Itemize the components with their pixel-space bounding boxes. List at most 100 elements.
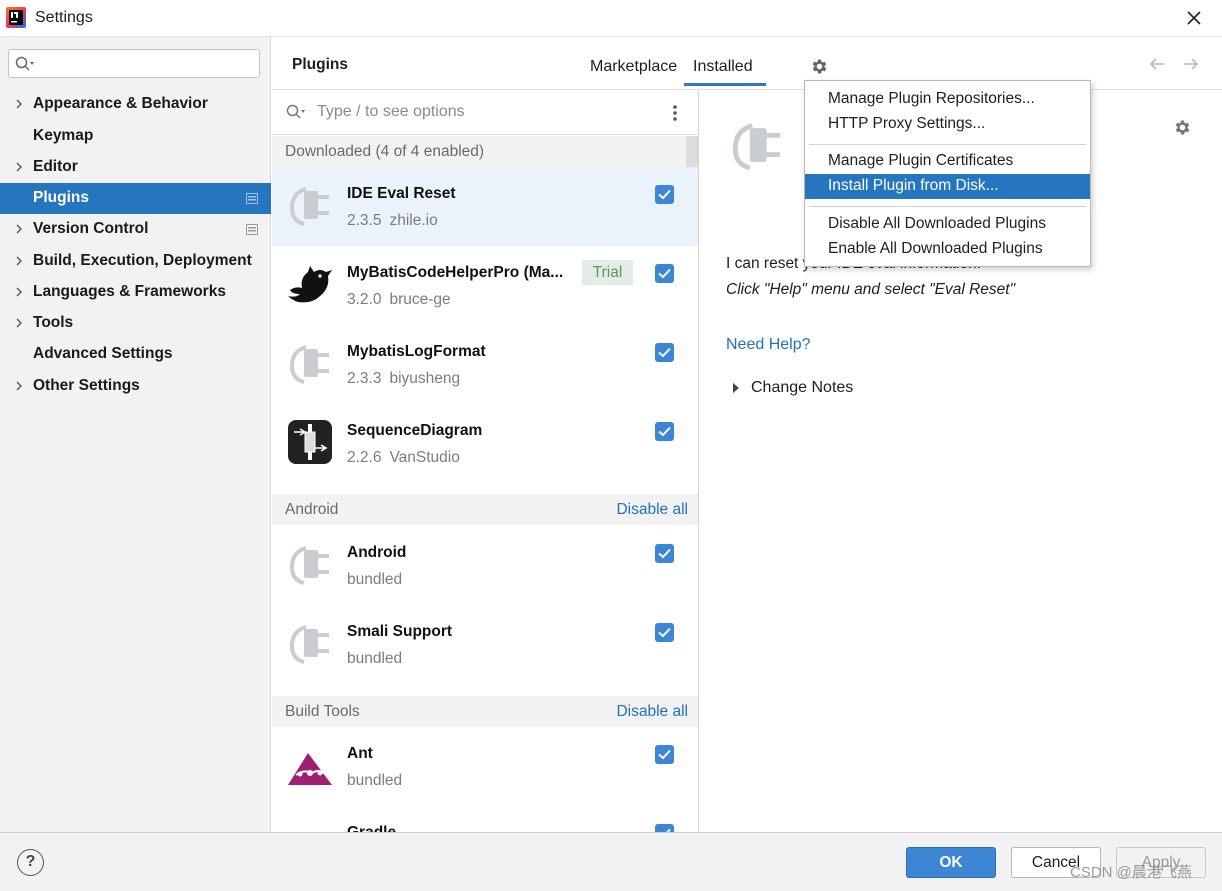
disable-all-link[interactable]: Disable all <box>616 501 688 519</box>
plugin-name: Ant <box>347 745 373 762</box>
sidebar-search-input[interactable] <box>8 49 260 78</box>
sidebar-item-tools[interactable]: Tools <box>0 308 271 339</box>
plugin-enabled-checkbox[interactable] <box>655 745 674 764</box>
dialog-footer: ? OK Cancel Apply <box>0 832 1222 891</box>
sidebar-item-label: Version Control <box>33 220 149 237</box>
plugin-row-android[interactable]: Android bundled <box>272 526 698 605</box>
sidebar-item-version-control[interactable]: Version Control <box>0 214 271 245</box>
chevron-right-icon <box>16 162 22 172</box>
plugin-row-ant[interactable]: Ant bundled <box>272 727 698 806</box>
sidebar-item-appearance-behavior[interactable]: Appearance & Behavior <box>0 89 271 120</box>
plugin-meta: bundled <box>347 571 403 588</box>
more-options-icon[interactable] <box>672 104 678 122</box>
group-label: Build Tools <box>285 703 360 720</box>
plugin-meta: 2.3.5 zhile.io <box>347 212 438 229</box>
plugin-description-hint: Click "Help" menu and select "Eval Reset… <box>726 281 1016 298</box>
sidebar-item-label: Build, Execution, Deployment <box>33 252 252 269</box>
csdn-watermark: CSDN @晨港飞燕 <box>1070 864 1192 881</box>
close-icon[interactable] <box>1183 7 1205 29</box>
change-notes-toggle[interactable]: Change Notes <box>751 379 853 397</box>
checkmark-icon <box>658 347 671 358</box>
checkmark-icon <box>658 268 671 279</box>
group-label: Downloaded (4 of 4 enabled) <box>285 143 485 160</box>
tab-marketplace[interactable]: Marketplace <box>590 58 677 76</box>
project-scope-icon <box>246 224 258 235</box>
gear-icon[interactable] <box>810 57 829 76</box>
tab-installed[interactable]: Installed <box>693 58 753 76</box>
active-tab-indicator <box>684 83 766 86</box>
menu-item-http-proxy-settings[interactable]: HTTP Proxy Settings... <box>805 112 1090 137</box>
page-title: Plugins <box>292 56 348 73</box>
forward-arrow-icon[interactable] <box>1181 54 1201 74</box>
plugin-name: SequenceDiagram <box>347 422 483 439</box>
sidebar-item-other-settings[interactable]: Other Settings <box>0 371 271 402</box>
plug-icon <box>732 123 780 171</box>
plugin-enabled-checkbox[interactable] <box>655 422 674 441</box>
gear-dropdown-menu: Manage Plugin Repositories... HTTP Proxy… <box>804 80 1091 267</box>
menu-item-manage-plugin-certificates[interactable]: Manage Plugin Certificates <box>805 149 1090 174</box>
sidebar-item-keymap[interactable]: Keymap <box>0 121 271 152</box>
group-header-downloaded: Downloaded (4 of 4 enabled) <box>272 136 698 167</box>
sidebar-item-plugins[interactable]: Plugins <box>0 183 271 214</box>
plugin-name: MybatisLogFormat <box>347 343 486 360</box>
search-icon <box>286 104 305 119</box>
group-header-android: Android Disable all <box>272 494 698 525</box>
sidebar-item-label: Appearance & Behavior <box>33 95 208 112</box>
plugin-name: MyBatisCodeHelperPro (Ma... <box>347 264 564 281</box>
plugin-meta: 3.2.0 bruce-ge <box>347 291 451 308</box>
disable-all-link[interactable]: Disable all <box>616 703 688 721</box>
group-header-build-tools: Build Tools Disable all <box>272 696 698 727</box>
plugin-row-sequence-diagram[interactable]: SequenceDiagram 2.2.6 VanStudio <box>272 404 698 483</box>
sidebar-item-label: Other Settings <box>33 377 140 394</box>
intellij-app-icon <box>6 7 26 28</box>
menu-item-manage-plugin-repositories[interactable]: Manage Plugin Repositories... <box>805 87 1090 112</box>
plugin-row-smali-support[interactable]: Smali Support bundled <box>272 605 698 684</box>
plug-icon <box>289 546 329 585</box>
bird-icon <box>288 266 332 303</box>
plugin-meta: 2.3.3 biyusheng <box>347 370 461 387</box>
chevron-right-icon <box>16 99 22 109</box>
plugin-enabled-checkbox[interactable] <box>655 623 674 642</box>
back-arrow-icon[interactable] <box>1147 54 1167 74</box>
checkmark-icon <box>658 189 671 200</box>
checkmark-icon <box>658 426 671 437</box>
ant-icon <box>288 753 332 785</box>
menu-item-disable-all-downloaded[interactable]: Disable All Downloaded Plugins <box>805 212 1090 237</box>
plugin-enabled-checkbox[interactable] <box>655 185 674 204</box>
sidebar-item-label: Editor <box>33 158 78 175</box>
plugin-search-input[interactable]: Type / to see options <box>272 90 698 135</box>
settings-sidebar: Appearance & Behavior Keymap Editor Plug… <box>0 37 271 832</box>
menu-separator <box>809 206 1086 207</box>
plugin-meta: bundled <box>347 650 403 667</box>
ok-button[interactable]: OK <box>906 847 996 878</box>
plugin-row-mybatis-code-helper[interactable]: MyBatisCodeHelperPro (Ma... Trial 3.2.0 b… <box>272 246 698 325</box>
checkmark-icon <box>658 749 671 760</box>
expand-triangle-icon[interactable] <box>733 383 739 393</box>
gradle-icon <box>286 820 334 832</box>
help-button[interactable]: ? <box>17 849 44 876</box>
need-help-link[interactable]: Need Help? <box>726 336 811 354</box>
plugin-row-ide-eval-reset[interactable]: IDE Eval Reset 2.3.5 zhile.io <box>272 167 698 246</box>
menu-item-install-plugin-from-disk[interactable]: Install Plugin from Disk... <box>805 174 1090 199</box>
trial-badge: Trial <box>582 260 633 285</box>
menu-item-enable-all-downloaded[interactable]: Enable All Downloaded Plugins <box>805 237 1090 262</box>
plugin-settings-gear-icon[interactable] <box>1173 118 1192 137</box>
plugin-enabled-checkbox[interactable] <box>655 343 674 362</box>
sidebar-item-label: Tools <box>33 314 74 331</box>
plugin-name: Android <box>347 544 407 561</box>
sidebar-item-advanced-settings[interactable]: Advanced Settings <box>0 339 271 370</box>
plugin-list-pane: Type / to see options Downloaded (4 of 4… <box>272 89 699 832</box>
plugin-enabled-checkbox[interactable] <box>655 544 674 563</box>
plug-icon <box>289 187 329 226</box>
plugin-row-mybatis-log-format[interactable]: MybatisLogFormat 2.3.3 biyusheng <box>272 325 698 404</box>
plug-icon <box>289 345 329 384</box>
sidebar-item-editor[interactable]: Editor <box>0 152 271 183</box>
sidebar-item-build-execution-deployment[interactable]: Build, Execution, Deployment <box>0 246 271 277</box>
plugin-enabled-checkbox[interactable] <box>655 264 674 283</box>
plugin-row-gradle[interactable]: Gradle <box>272 806 698 832</box>
menu-separator <box>809 144 1086 145</box>
chevron-right-icon <box>16 287 22 297</box>
sidebar-item-languages-frameworks[interactable]: Languages & Frameworks <box>0 277 271 308</box>
chevron-right-icon <box>16 318 22 328</box>
plugin-enabled-checkbox[interactable] <box>655 824 674 832</box>
